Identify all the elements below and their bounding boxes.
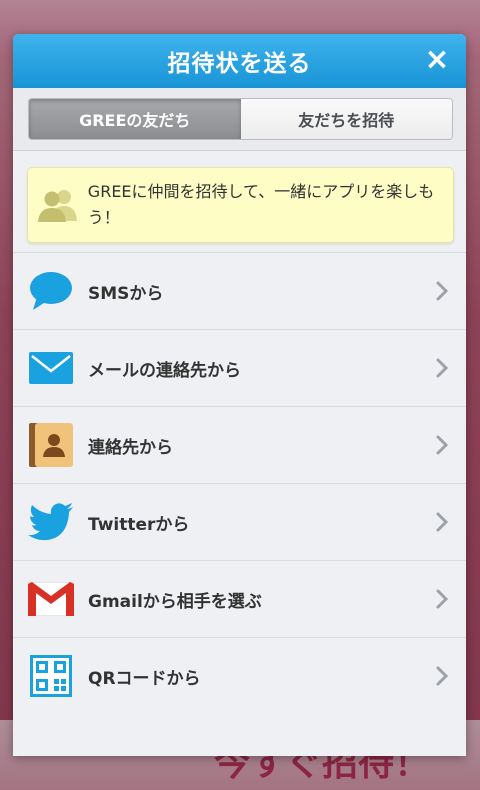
contacts-book-icon — [13, 423, 88, 467]
tab-bar: GREEの友だち 友だちを招待 — [13, 88, 466, 151]
sms-bubble-icon — [13, 271, 88, 311]
option-twitter[interactable]: Twitterから — [13, 483, 466, 560]
option-gmail[interactable]: Gmailから相手を選ぶ — [13, 560, 466, 637]
banner-text: GREEに仲間を招待して、一緒にアプリを楽しもう！ — [87, 182, 435, 227]
segmented-tabs: GREEの友だち 友だちを招待 — [28, 98, 453, 140]
info-banner: GREEに仲間を招待して、一緒にアプリを楽しもう！ — [27, 167, 454, 243]
close-icon: × — [424, 42, 450, 77]
option-label: SMSから — [88, 283, 164, 304]
chevron-right-icon — [436, 358, 449, 378]
option-label: メールの連絡先から — [88, 360, 241, 381]
chevron-right-icon — [436, 435, 449, 455]
chevron-right-icon — [436, 666, 449, 686]
option-label: Twitterから — [88, 514, 190, 535]
dialog-header: 招待状を送る × — [13, 34, 466, 88]
gmail-icon — [13, 582, 88, 616]
chevron-right-icon — [436, 512, 449, 532]
option-contacts[interactable]: 連絡先から — [13, 406, 466, 483]
invite-dialog: 招待状を送る × GREEの友だち 友だちを招待 GREEに仲間を招待して、一緒… — [13, 34, 466, 756]
close-button[interactable]: × — [422, 45, 452, 75]
option-qr-code[interactable]: QRコードから — [13, 637, 466, 714]
mail-envelope-icon — [13, 352, 88, 384]
option-sms[interactable]: SMSから — [13, 252, 466, 329]
qr-code-icon — [13, 655, 88, 697]
tab-invite-friends[interactable]: 友だちを招待 — [240, 99, 452, 139]
tab-gree-friends[interactable]: GREEの友だち — [29, 99, 241, 139]
friends-icon — [28, 188, 88, 222]
option-mail-contacts[interactable]: メールの連絡先から — [13, 329, 466, 406]
dialog-title: 招待状を送る — [167, 51, 312, 77]
chevron-right-icon — [436, 281, 449, 301]
invite-options-list: SMSから メールの連絡先から 連絡先から Twitterから Gmailから相… — [13, 252, 466, 714]
option-label: 連絡先から — [88, 437, 173, 458]
option-label: Gmailから相手を選ぶ — [88, 591, 262, 612]
chevron-right-icon — [436, 589, 449, 609]
option-label: QRコードから — [88, 668, 201, 689]
twitter-bird-icon — [13, 503, 88, 541]
